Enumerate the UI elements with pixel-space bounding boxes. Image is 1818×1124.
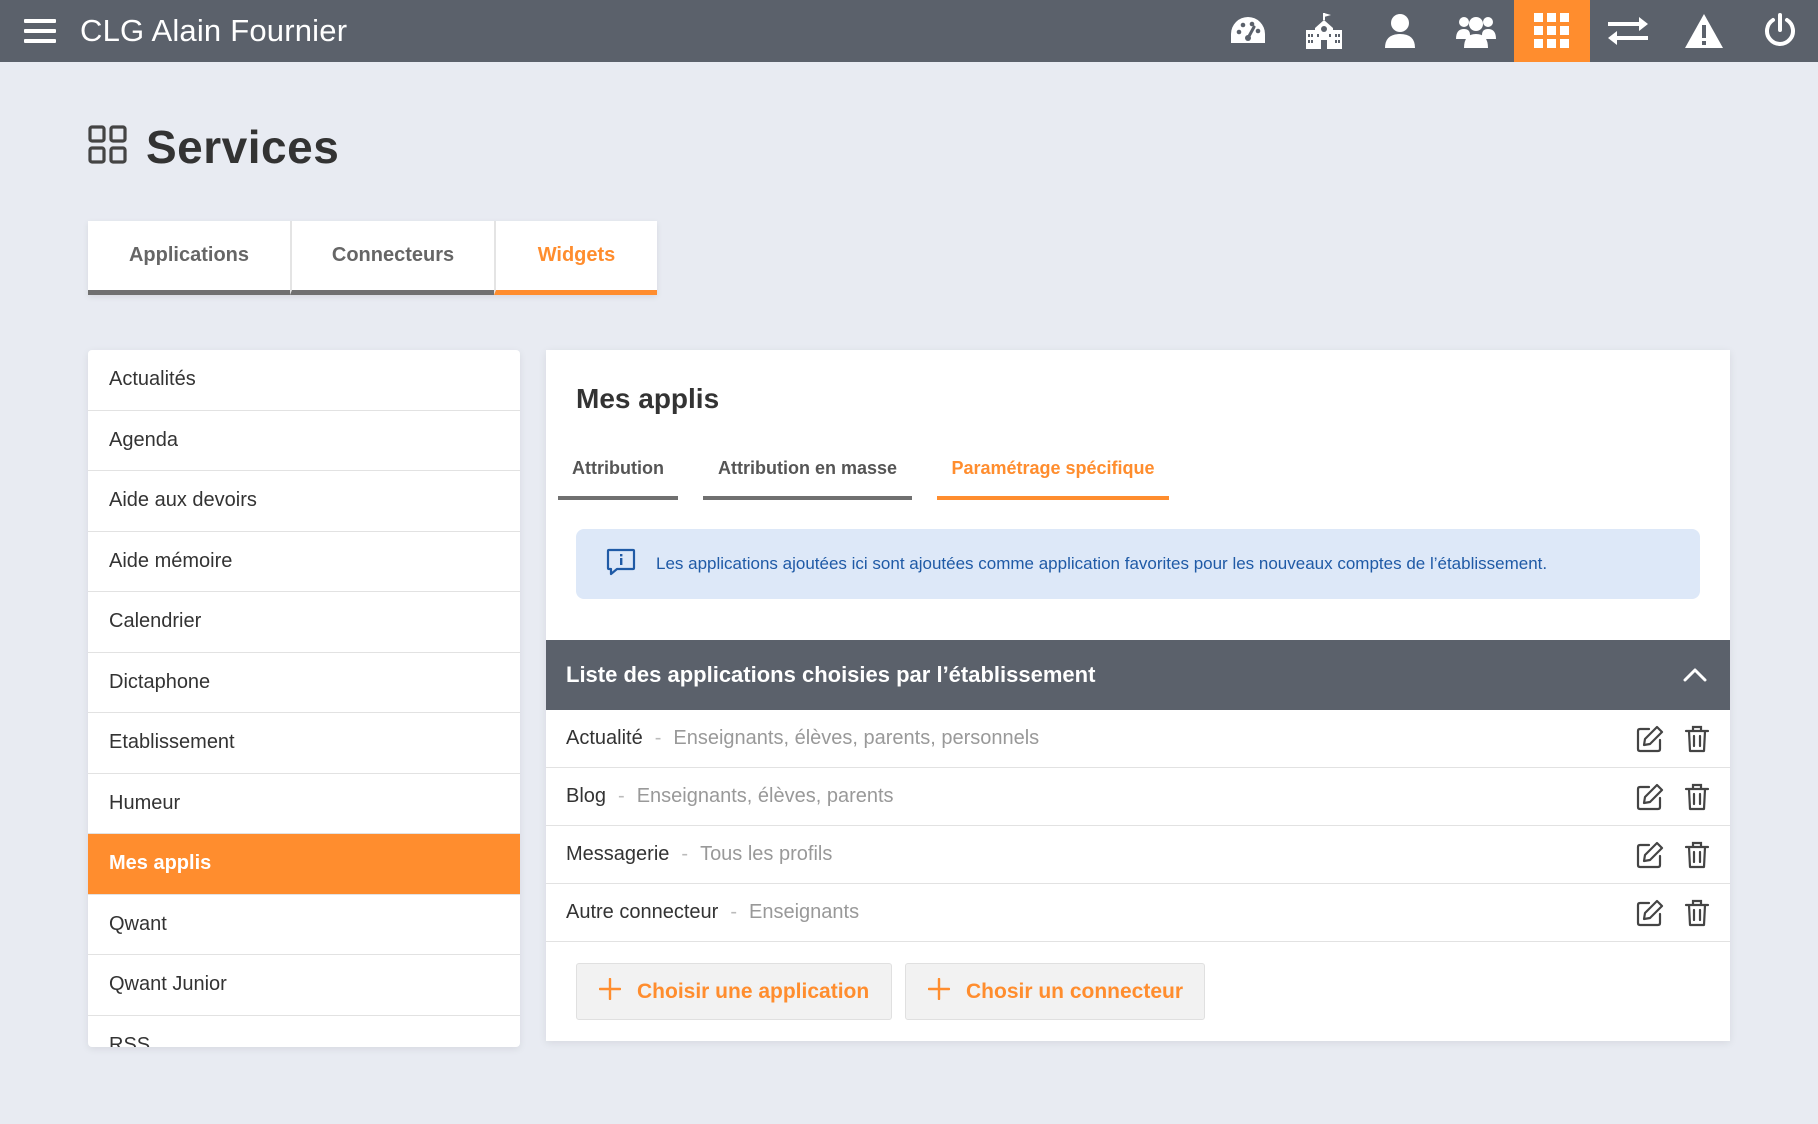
table-row: Blog - Enseignants, élèves, parents	[546, 768, 1730, 826]
row-app-name: Autre connecteur	[566, 901, 719, 923]
add-connector-button[interactable]: Chosir un connecteur	[905, 963, 1205, 1020]
dashboard-icon[interactable]	[1210, 0, 1286, 62]
list-item[interactable]: Calendrier	[88, 592, 520, 653]
info-message-icon	[606, 548, 636, 581]
transfer-icon[interactable]	[1590, 0, 1666, 62]
trash-icon[interactable]	[1682, 782, 1712, 812]
list-item[interactable]: Etablissement	[88, 713, 520, 774]
list-item[interactable]: RSS	[88, 1016, 520, 1047]
row-separator: -	[681, 843, 689, 865]
sub-tabs: Attribution Attribution en masse Paramét…	[558, 454, 1169, 500]
row-separator: -	[618, 785, 625, 807]
row-separator: -	[654, 727, 662, 749]
list-item-selected[interactable]: Mes applis	[88, 834, 520, 895]
row-actions	[1618, 782, 1712, 812]
trash-icon[interactable]	[1682, 898, 1712, 928]
add-application-label: Choisir une application	[637, 979, 870, 1003]
school-icon[interactable]	[1286, 0, 1362, 62]
edit-icon[interactable]	[1635, 724, 1665, 754]
row-app-name: Actualité	[566, 727, 643, 749]
edit-icon[interactable]	[1635, 782, 1665, 812]
row-actions	[1618, 898, 1712, 928]
main-tabs: Applications Connecteurs Widgets	[88, 221, 657, 295]
row-actions	[1618, 840, 1712, 870]
table-row: Messagerie - Tous les profils	[546, 826, 1730, 884]
tab-parametrage-specifique[interactable]: Paramétrage spécifique	[937, 454, 1169, 500]
page-title: Services	[146, 121, 340, 173]
tab-applications[interactable]: Applications	[88, 221, 290, 295]
table-row: Actualité - Enseignants, élèves, parents…	[546, 710, 1730, 768]
row-app-name: Blog	[566, 785, 607, 807]
row-profiles: Enseignants	[749, 901, 860, 923]
services-grid-icon	[88, 124, 128, 170]
list-item[interactable]: Aide aux devoirs	[88, 471, 520, 532]
tab-attribution-en-masse[interactable]: Attribution en masse	[703, 454, 912, 500]
list-header: Liste des applications choisies par l’ét…	[546, 640, 1730, 710]
add-application-button[interactable]: Choisir une application	[576, 963, 892, 1020]
list-item[interactable]: Qwant	[88, 895, 520, 955]
plus-icon	[927, 977, 951, 1005]
power-icon[interactable]	[1742, 0, 1818, 62]
plus-icon	[598, 977, 622, 1005]
list-item[interactable]: Agenda	[88, 411, 520, 471]
table-row: Autre connecteur - Enseignants	[546, 884, 1730, 942]
trash-icon[interactable]	[1682, 724, 1712, 754]
list-item[interactable]: Qwant Junior	[88, 955, 520, 1016]
alert-icon[interactable]	[1666, 0, 1742, 62]
trash-icon[interactable]	[1682, 840, 1712, 870]
widget-panel: Mes applis Attribution Attribution en ma…	[546, 350, 1730, 1041]
user-icon[interactable]	[1362, 0, 1438, 62]
add-connector-label: Chosir un connecteur	[966, 979, 1184, 1003]
row-profiles: Tous les profils	[700, 843, 833, 865]
top-bar: CLG Alain Fournier	[0, 0, 1818, 62]
info-banner: Les applications ajoutées ici sont ajout…	[576, 529, 1700, 599]
tab-attribution[interactable]: Attribution	[558, 454, 678, 500]
row-profiles: Enseignants, élèves, parents	[636, 785, 894, 807]
info-text: Les applications ajoutées ici sont ajout…	[656, 554, 1548, 573]
row-separator: -	[730, 901, 737, 923]
selected-apps-list: Actualité - Enseignants, élèves, parents…	[546, 710, 1730, 942]
hamburger-menu-icon[interactable]	[0, 0, 80, 62]
tab-widgets[interactable]: Widgets	[494, 221, 657, 295]
chevron-up-icon[interactable]	[1680, 660, 1710, 690]
list-title: Liste des applications choisies par l’ét…	[566, 662, 1096, 687]
list-item[interactable]: Aide mémoire	[88, 532, 520, 592]
edit-icon[interactable]	[1635, 898, 1665, 928]
apps-grid-icon[interactable]	[1514, 0, 1590, 62]
group-icon[interactable]	[1438, 0, 1514, 62]
list-item[interactable]: Humeur	[88, 774, 520, 834]
page-header: Services	[88, 120, 339, 174]
row-actions	[1618, 724, 1712, 754]
tab-connecteurs[interactable]: Connecteurs	[290, 221, 494, 295]
widget-list: Actualités Agenda Aide aux devoirs Aide …	[88, 350, 520, 1047]
top-nav-icons	[1210, 0, 1818, 62]
list-item[interactable]: Actualités	[88, 350, 520, 411]
edit-icon[interactable]	[1635, 840, 1665, 870]
panel-title: Mes applis	[576, 383, 720, 414]
row-profiles: Enseignants, élèves, parents, personnels	[673, 727, 1040, 749]
row-app-name: Messagerie	[566, 843, 670, 865]
app-title: CLG Alain Fournier	[80, 13, 348, 48]
list-item[interactable]: Dictaphone	[88, 653, 520, 713]
